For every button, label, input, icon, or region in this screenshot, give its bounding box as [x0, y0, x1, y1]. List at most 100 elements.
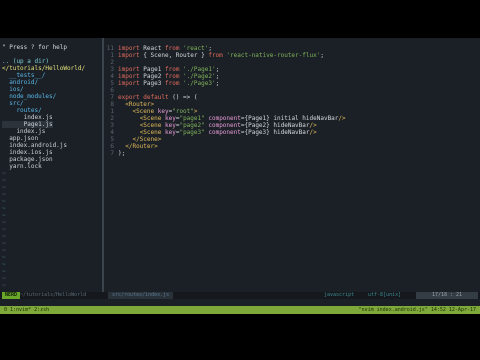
code-line[interactable]: 4 <Scene key="page3" component={Page3} h… — [104, 129, 317, 136]
code-token: import — [118, 45, 140, 52]
code-token: > — [193, 108, 198, 115]
tree-directory[interactable]: node_modules/ — [2, 93, 56, 100]
code-line[interactable]: 11 import React from 'react'; — [104, 45, 212, 52]
empty-line-marker: ~ — [2, 184, 6, 191]
tree-directory[interactable]: routes/ — [2, 107, 41, 114]
line-number: 7 — [110, 150, 114, 157]
code-token: () => ( — [168, 94, 198, 101]
code-token: Page3 — [139, 80, 165, 87]
terminal-screen: " Press ? for help .. (up a dir) </tutor… — [0, 38, 480, 314]
empty-line-marker: ~ — [2, 177, 6, 184]
code-token: <Scene — [139, 122, 162, 129]
nerdtree-root[interactable]: </tutorials/HelloWorld/ — [2, 65, 85, 72]
empty-line-marker: ~ — [2, 233, 6, 240]
code-token: "page2" — [179, 122, 205, 129]
empty-line-marker: ~ — [2, 226, 6, 233]
code-line[interactable]: 8 <Router> — [104, 101, 154, 108]
code-token: from — [208, 52, 223, 59]
line-number: 6 — [110, 143, 114, 150]
code-line[interactable]: 1 import { Scene, Router } from 'react-na… — [104, 52, 324, 59]
code-line[interactable]: 7 export default () => ( — [104, 94, 197, 101]
line-number: 8 — [110, 101, 114, 108]
code-line[interactable]: 4 import Page2 from './Page2'; — [104, 73, 219, 80]
code-line[interactable]: 6 </Router> — [104, 143, 157, 150]
empty-line-marker: ~ — [2, 191, 6, 198]
tree-directory[interactable]: ios/ — [2, 86, 23, 93]
code-token: /> — [309, 122, 317, 129]
code-token: <Scene — [139, 129, 162, 136]
line-number: 4 — [110, 129, 114, 136]
code-line[interactable]: 1 <Scene key="root"> — [104, 108, 198, 115]
code-token: </Scene> — [132, 136, 162, 143]
tmux-status-bar: 0 1:nvim* 2:zsh "nvim index.android.js" … — [0, 306, 480, 314]
code-line[interactable]: 6 — [104, 87, 118, 94]
tree-file[interactable]: app.json — [2, 135, 38, 142]
code-token: React — [139, 45, 165, 52]
empty-line-marker: ~ — [2, 247, 6, 254]
empty-line-marker: ~ — [2, 240, 6, 247]
code-token: ={Page3} hideNavBar — [240, 129, 310, 136]
code-token: "page1" — [179, 115, 205, 122]
code-token: key — [161, 122, 176, 129]
code-token: "root" — [172, 108, 194, 115]
tree-file[interactable]: index.ios.js — [2, 149, 52, 156]
code-token: <Router> — [125, 101, 155, 108]
code-line[interactable]: 5 import Page3 from './Page3'; — [104, 80, 219, 87]
code-token: ; — [215, 80, 220, 87]
code-token: key — [161, 129, 176, 136]
tree-file[interactable]: package.json — [2, 156, 52, 163]
cursor-position: 17/18 : 21 — [416, 292, 478, 299]
line-number: 3 — [110, 66, 114, 73]
tree-directory[interactable]: src/ — [2, 100, 23, 107]
mode-indicator: NERD — [2, 292, 21, 299]
code-token: from — [164, 45, 180, 52]
tree-file[interactable]: index.js — [2, 128, 45, 135]
code-token: import — [118, 66, 140, 73]
code-token: component — [204, 129, 241, 136]
command-line[interactable] — [0, 299, 480, 306]
tree-file[interactable]: index.js — [2, 114, 53, 121]
line-number: 2 — [110, 59, 114, 66]
code-token: ; — [215, 73, 220, 80]
tree-file[interactable]: yarn.lock — [2, 163, 42, 170]
tmux-info: "nvim index.android.js" 14:52 12-Apr-17 — [358, 307, 476, 313]
line-number: 2 — [110, 115, 114, 122]
code-token: import — [118, 80, 140, 87]
tree-directory[interactable]: __tests__/ — [2, 72, 45, 79]
line-number: 1 — [110, 52, 114, 59]
line-number: 7 — [110, 94, 114, 101]
code-token: from — [164, 73, 180, 80]
line-number: 1 — [110, 108, 114, 115]
line-number: 4 — [110, 73, 114, 80]
tree-file[interactable]: index.android.js — [2, 142, 67, 149]
code-token: /> — [309, 129, 317, 136]
code-line[interactable]: 5 </Scene> — [104, 136, 161, 143]
nerdtree-updir[interactable]: .. (up a dir) — [2, 58, 49, 65]
code-line[interactable]: 3 import Page1 from './Page1'; — [104, 66, 219, 73]
file-status: src/routes/index.js — [108, 292, 174, 299]
tree-directory[interactable]: android/ — [2, 79, 38, 86]
tmux-windows[interactable]: 0 1:nvim* 2:zsh — [4, 306, 49, 314]
code-token: Page1 — [139, 66, 165, 73]
tree-file[interactable]: Page1.js — [2, 121, 53, 128]
code-token: import — [118, 52, 140, 59]
empty-line-marker: ~ — [2, 282, 6, 289]
code-line[interactable]: 2 <Scene key="page1" component={Page1} i… — [104, 115, 345, 122]
nerdtree-sidebar[interactable]: " Press ? for help .. (up a dir) </tutor… — [0, 38, 102, 292]
editor-pane[interactable]: 11 import React from 'react'; 1 import { Sc… — [104, 38, 480, 292]
line-number: 6 — [110, 87, 114, 94]
code-token: './Page3' — [179, 80, 216, 87]
line-number: 5 — [110, 80, 114, 87]
code-line[interactable]: 3 <Scene key="page2" component={Page2} h… — [104, 122, 317, 129]
code-token: Page2 — [139, 73, 165, 80]
empty-line-marker: ~ — [2, 261, 6, 268]
code-token: ; — [208, 45, 212, 52]
code-line[interactable]: 7); — [104, 150, 125, 157]
code-line[interactable]: 2 — [104, 59, 118, 66]
code-token: <Scene — [139, 115, 162, 122]
code-token: ; — [320, 52, 324, 59]
